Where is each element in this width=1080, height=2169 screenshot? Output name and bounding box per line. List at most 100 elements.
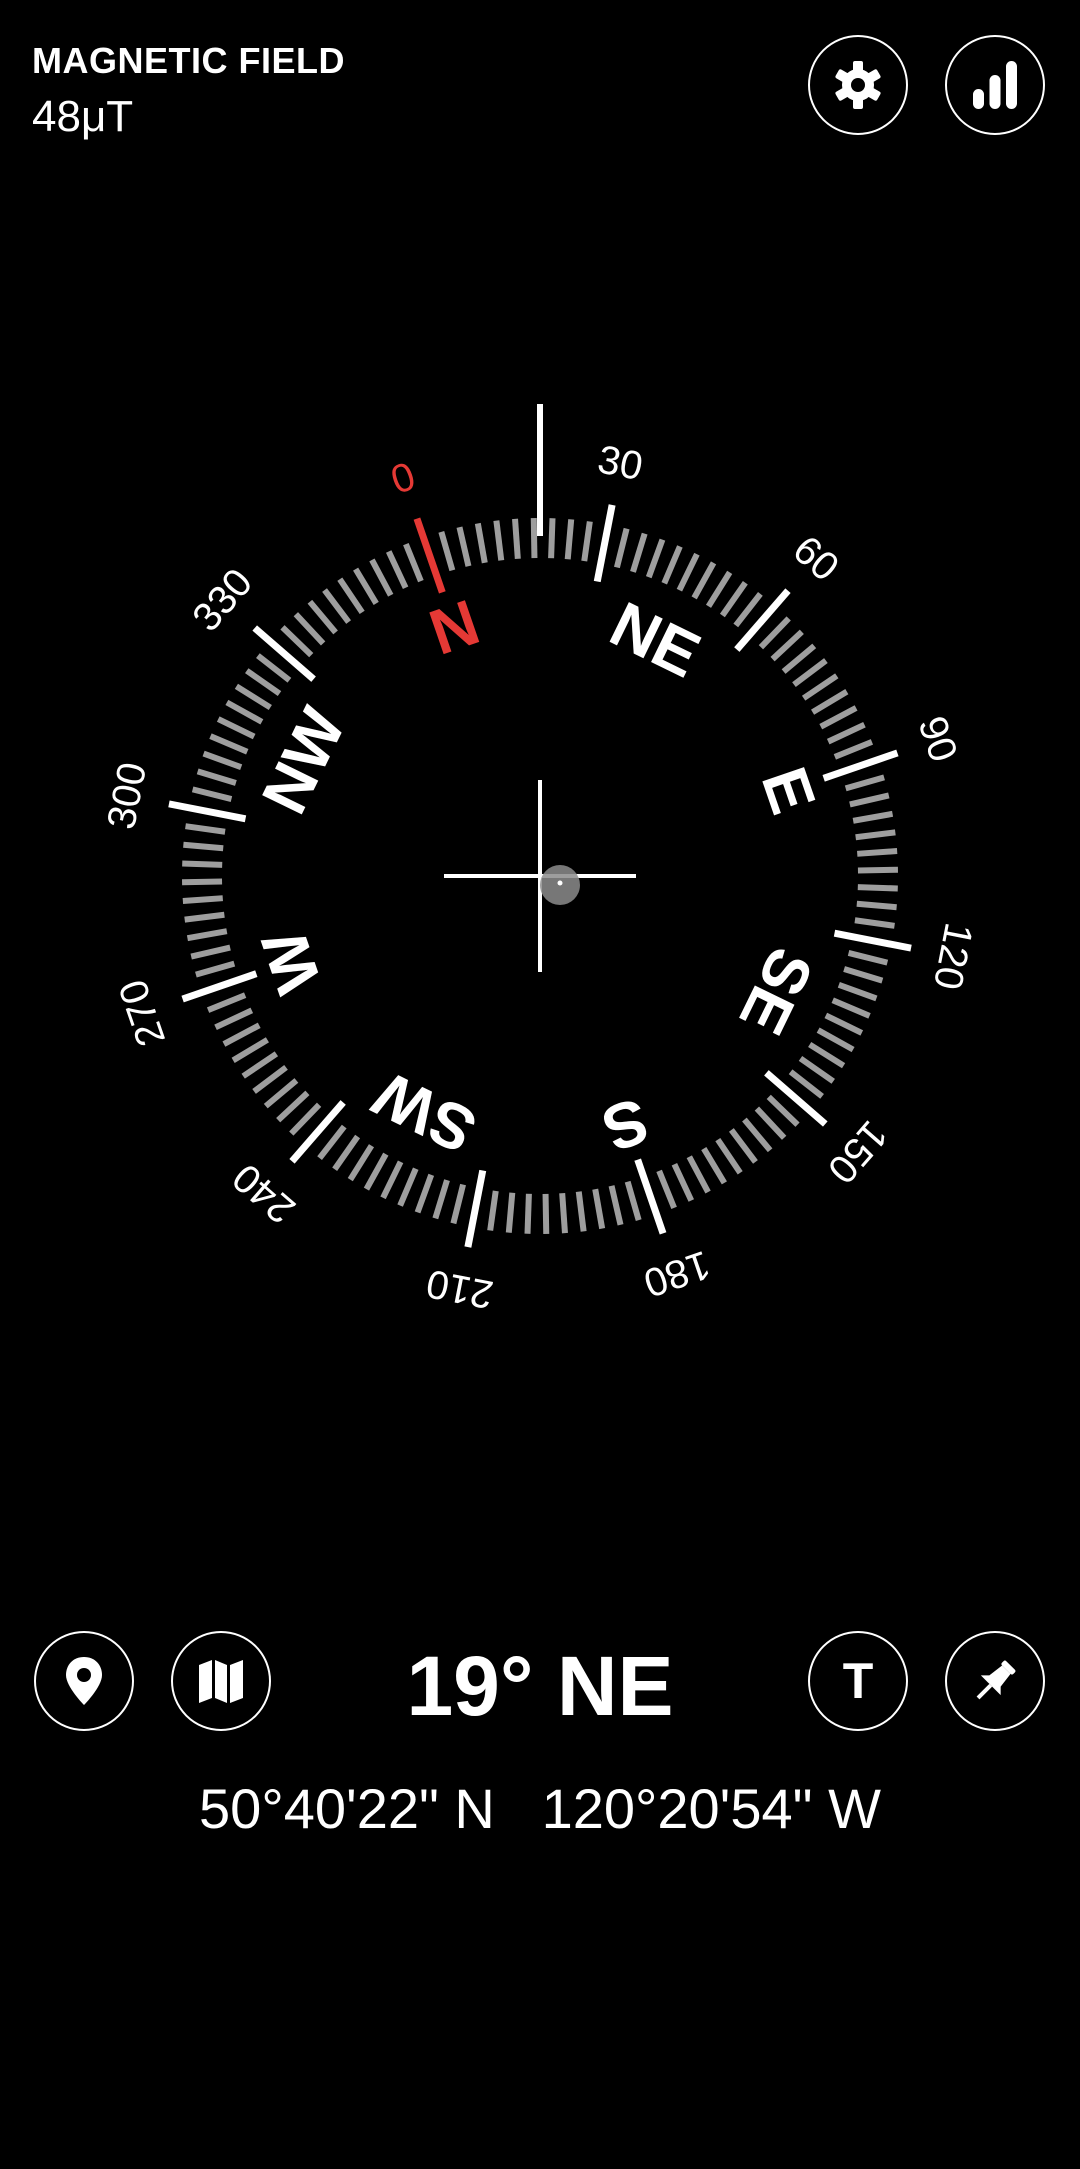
minor-tick [487, 1190, 499, 1231]
minor-tick [728, 1128, 758, 1164]
degree-label: 300 [99, 759, 155, 833]
true-north-button[interactable]: T [808, 1631, 908, 1731]
minor-tick [630, 532, 648, 573]
minor-tick [857, 848, 898, 857]
minor-tick [624, 1180, 642, 1221]
minor-tick [225, 699, 264, 725]
minor-tick [548, 518, 556, 559]
major-tick [413, 517, 446, 594]
minor-tick [397, 1167, 419, 1207]
minor-tick [182, 895, 223, 904]
direction-label: NW [248, 696, 360, 824]
minor-tick [353, 567, 379, 605]
major-tick [289, 1100, 346, 1164]
coordinates: 50°40'22" N 120°20'54" W [0, 1776, 1080, 1841]
minor-tick [542, 1193, 550, 1234]
minor-tick [438, 531, 456, 572]
minor-tick [183, 841, 224, 852]
crosshair [444, 780, 636, 972]
minor-tick [781, 643, 817, 674]
map-button[interactable] [171, 1631, 271, 1731]
degree-label: 330 [184, 561, 261, 640]
minor-tick [808, 1041, 846, 1069]
degree-label: 270 [111, 974, 174, 1051]
minor-tick [608, 1185, 624, 1226]
major-tick [464, 1169, 487, 1248]
minor-tick [686, 1155, 711, 1194]
degree-label: 180 [638, 1242, 715, 1305]
direction-label: NE [600, 588, 711, 692]
minor-tick [559, 1193, 568, 1234]
minor-tick [742, 1117, 773, 1153]
minor-tick [833, 739, 874, 760]
level-bubble [540, 865, 580, 905]
minor-tick [788, 1069, 824, 1099]
pin-button[interactable] [945, 1631, 1045, 1731]
minor-tick [758, 616, 791, 650]
location-pin-icon [66, 1657, 102, 1705]
minor-tick [293, 612, 326, 646]
minor-tick [792, 658, 828, 688]
minor-tick [241, 1051, 279, 1079]
minor-tick [843, 966, 884, 984]
degree-label: 90 [909, 711, 965, 767]
direction-label: W [247, 921, 335, 1002]
minor-tick [195, 960, 236, 978]
heading-readout: 19° NE [406, 1639, 674, 1733]
minor-tick [256, 653, 292, 683]
minor-tick [766, 1094, 800, 1127]
minor-tick [432, 1179, 450, 1220]
major-tick [734, 588, 791, 652]
minor-tick [403, 542, 424, 583]
minor-tick [564, 519, 575, 560]
minor-tick [856, 900, 897, 911]
major-tick [764, 1070, 828, 1127]
degree-label: 0 [385, 454, 420, 503]
minor-tick [705, 570, 733, 608]
direction-label: N [421, 586, 488, 669]
minor-tick [474, 522, 488, 564]
degree-label: 120 [925, 919, 981, 993]
minor-tick [190, 944, 231, 960]
degree-label: 150 [819, 1112, 896, 1191]
minor-tick [770, 629, 804, 662]
minor-tick [186, 928, 228, 942]
true-north-label: T [842, 1653, 874, 1709]
minor-tick [493, 520, 505, 561]
minor-tick [222, 1022, 261, 1047]
minor-tick [280, 625, 314, 658]
minor-tick [852, 810, 894, 824]
minor-tick [798, 1055, 835, 1084]
minor-tick [263, 1078, 299, 1109]
minor-tick [505, 1192, 516, 1233]
location-button[interactable] [34, 1631, 134, 1731]
minor-tick [182, 878, 223, 886]
minor-tick [231, 1037, 269, 1063]
minor-tick [826, 721, 866, 745]
minor-tick [209, 733, 249, 755]
minor-tick [347, 1144, 375, 1182]
minor-tick [581, 521, 593, 562]
minor-tick [614, 527, 630, 569]
minor-tick [645, 538, 666, 579]
minor-tick [676, 552, 700, 592]
pushpin-icon [976, 1660, 1016, 1700]
minor-tick [691, 561, 717, 600]
major-tick [634, 1158, 667, 1235]
minor-tick [816, 1027, 855, 1053]
minor-tick [656, 1169, 677, 1210]
minor-tick [837, 981, 878, 1002]
major-tick [168, 800, 247, 823]
minor-tick [849, 792, 890, 808]
minor-tick [216, 716, 256, 740]
minor-tick [385, 550, 409, 590]
minor-tick [191, 786, 233, 802]
minor-tick [322, 588, 352, 624]
minor-tick [214, 1007, 254, 1031]
minor-tick [363, 1152, 389, 1191]
minor-tick [701, 1147, 727, 1185]
minor-tick [369, 558, 394, 597]
minor-tick [754, 1106, 787, 1140]
degree-label: 210 [423, 1261, 497, 1317]
minor-tick [824, 1012, 864, 1036]
